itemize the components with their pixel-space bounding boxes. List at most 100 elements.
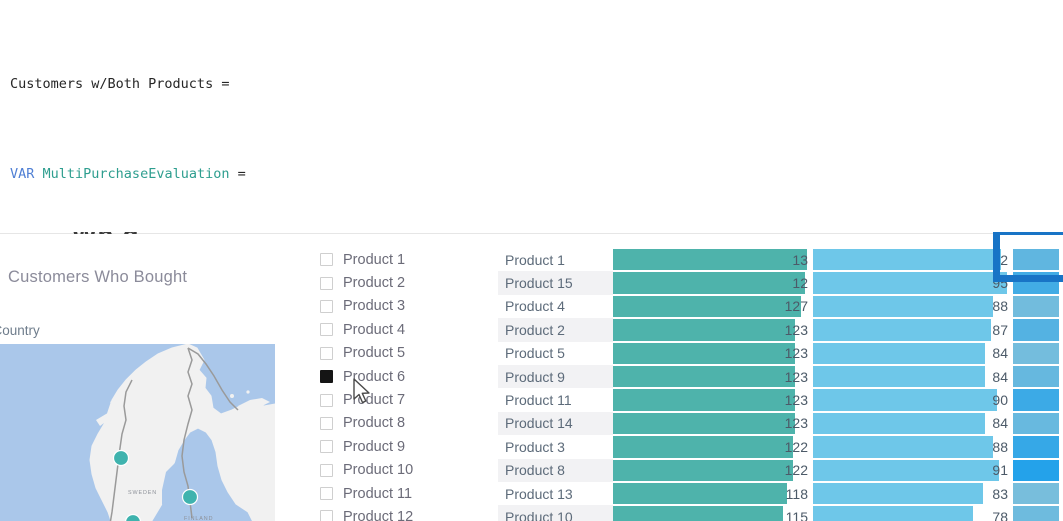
sales-by-country-map[interactable]: SWEDEN FINLAND: [0, 344, 275, 521]
bar-value-blue: 84: [992, 415, 1008, 432]
row-category-label: Product 1: [498, 248, 613, 272]
table-row[interactable]: Product 15 12 95: [498, 271, 1063, 295]
checkbox-icon[interactable]: [320, 416, 333, 430]
slicer-item[interactable]: Product 6: [320, 365, 480, 388]
bar-fill: [813, 365, 985, 388]
bar-value-blue: 84: [992, 368, 1008, 385]
bar-cell-customers-both-products[interactable]: 83: [813, 482, 1013, 505]
heatmap-cell[interactable]: [1013, 319, 1059, 341]
dax-formula-editor[interactable]: Customers w/Both Products = VAR MultiPur…: [0, 0, 1063, 232]
bar-cell-customers-both-products[interactable]: 91: [813, 459, 1013, 481]
bar-value-blue: 95: [992, 275, 1008, 292]
heatmap-cell[interactable]: [1013, 506, 1059, 521]
heatmap-cell[interactable]: [1013, 249, 1059, 271]
bar-cell-customers-who-bought[interactable]: 123: [613, 365, 813, 388]
bar-cell-customers-both-products[interactable]: 87: [813, 319, 1013, 341]
heatmap-cell[interactable]: [1013, 342, 1059, 364]
bar-cell-customers-who-bought[interactable]: 13: [613, 249, 813, 271]
heatmap-cell[interactable]: [1013, 436, 1059, 458]
bar-cell-customers-who-bought[interactable]: 122: [613, 436, 813, 458]
row-category-label: Product 5: [498, 341, 613, 365]
slicer-item[interactable]: Product 11: [320, 482, 480, 505]
slicer-item[interactable]: Product 9: [320, 435, 480, 458]
bar-cell-customers-both-products[interactable]: 92: [813, 249, 1013, 271]
table-row[interactable]: Product 13 118 83: [498, 481, 1063, 506]
table-row[interactable]: Product 2 123 87: [498, 318, 1063, 342]
slicer-item[interactable]: Product 1: [320, 248, 480, 271]
bar-cell-customers-both-products[interactable]: 95: [813, 272, 1013, 294]
checkbox-icon[interactable]: [320, 323, 333, 337]
bar-fill: [613, 459, 793, 481]
bar-cell-customers-who-bought[interactable]: 122: [613, 459, 813, 481]
bar-cell-customers-who-bought[interactable]: 127: [613, 295, 813, 318]
bar-cell-customers-who-bought[interactable]: 123: [613, 342, 813, 364]
heatmap-cell[interactable]: [1013, 412, 1059, 435]
bar-cell-customers-both-products[interactable]: 84: [813, 412, 1013, 435]
bar-fill: [613, 342, 795, 364]
slicer-item[interactable]: Product 7: [320, 388, 480, 411]
checkbox-checked-icon[interactable]: [320, 370, 333, 384]
bar-value-teal: 123: [784, 321, 808, 338]
heatmap-cell[interactable]: [1013, 295, 1059, 318]
checkbox-icon[interactable]: [320, 463, 333, 477]
bar-cell-customers-both-products[interactable]: 78: [813, 506, 1013, 521]
bar-value-blue: 91: [992, 462, 1008, 479]
bar-cell-customers-who-bought[interactable]: 12: [613, 272, 813, 294]
heatmap-cell[interactable]: [1013, 459, 1059, 481]
table-row[interactable]: Product 3 122 88: [498, 435, 1063, 459]
checkbox-icon[interactable]: [320, 253, 333, 267]
checkbox-icon[interactable]: [320, 346, 333, 360]
slicer-item[interactable]: Product 12: [320, 505, 480, 521]
table-row[interactable]: Product 11 123 90: [498, 388, 1063, 412]
row-category-label: Product 15: [498, 271, 613, 295]
bar-fill: [613, 389, 795, 411]
bar-fill: [613, 295, 801, 318]
bar-fill: [613, 319, 795, 341]
bar-cell-customers-who-bought[interactable]: 115: [613, 506, 813, 521]
slicer-item[interactable]: Product 8: [320, 412, 480, 435]
checkbox-icon[interactable]: [320, 299, 333, 313]
row-category-label: Product 9: [498, 364, 613, 389]
slicer-item[interactable]: Product 3: [320, 295, 480, 318]
table-row[interactable]: Product 10 115 78: [498, 505, 1063, 521]
bar-cell-customers-both-products[interactable]: 88: [813, 436, 1013, 458]
slicer-item[interactable]: Product 5: [320, 342, 480, 365]
bar-cell-customers-who-bought[interactable]: 118: [613, 482, 813, 505]
slicer-item[interactable]: Product 10: [320, 459, 480, 482]
table-row[interactable]: Product 1 13 92: [498, 248, 1063, 272]
slicer-item[interactable]: Product 2: [320, 271, 480, 294]
table-row[interactable]: Product 14 123 84: [498, 411, 1063, 436]
heatmap-cell[interactable]: [1013, 272, 1059, 294]
product-slicer[interactable]: Product 1 Product 2 Product 3 Product 4 Prod…: [320, 248, 480, 521]
bar-value-teal: 115: [785, 508, 808, 521]
row-category-label: Product 11: [498, 388, 613, 412]
table-row[interactable]: Product 8 122 91: [498, 458, 1063, 482]
bar-value-teal: 127: [784, 298, 808, 315]
bar-cell-customers-who-bought[interactable]: 123: [613, 319, 813, 341]
heatmap-cell[interactable]: [1013, 365, 1059, 388]
heatmap-cell[interactable]: [1013, 389, 1059, 411]
checkbox-icon[interactable]: [320, 276, 333, 290]
slicer-item-label: Product 11: [343, 485, 413, 502]
power-bi-screenshot: Customers w/Both Products = VAR MultiPur…: [0, 0, 1063, 521]
product-bar-matrix[interactable]: Product 1 13 92 Product 15 12 95 Product 4 127 8…: [498, 248, 1063, 521]
heatmap-cell[interactable]: [1013, 482, 1059, 505]
bar-cell-customers-who-bought[interactable]: 123: [613, 389, 813, 411]
checkbox-icon[interactable]: [320, 510, 333, 521]
bar-cell-customers-both-products[interactable]: 88: [813, 295, 1013, 318]
bar-value-teal: 122: [784, 462, 808, 479]
checkbox-icon[interactable]: [320, 440, 333, 454]
bar-cell-customers-both-products[interactable]: 84: [813, 342, 1013, 364]
table-row[interactable]: Product 5 123 84: [498, 341, 1063, 365]
bar-cell-customers-both-products[interactable]: 84: [813, 365, 1013, 388]
bar-fill: [613, 412, 795, 435]
slicer-item[interactable]: Product 4: [320, 318, 480, 341]
bar-value-teal: 118: [785, 485, 808, 502]
bar-cell-customers-who-bought[interactable]: 123: [613, 412, 813, 435]
checkbox-icon[interactable]: [320, 487, 333, 501]
slicer-item-label: Product 12: [343, 508, 414, 521]
table-row[interactable]: Product 9 123 84: [498, 364, 1063, 389]
checkbox-icon[interactable]: [320, 393, 333, 407]
table-row[interactable]: Product 4 127 88: [498, 294, 1063, 319]
bar-cell-customers-both-products[interactable]: 90: [813, 389, 1013, 411]
